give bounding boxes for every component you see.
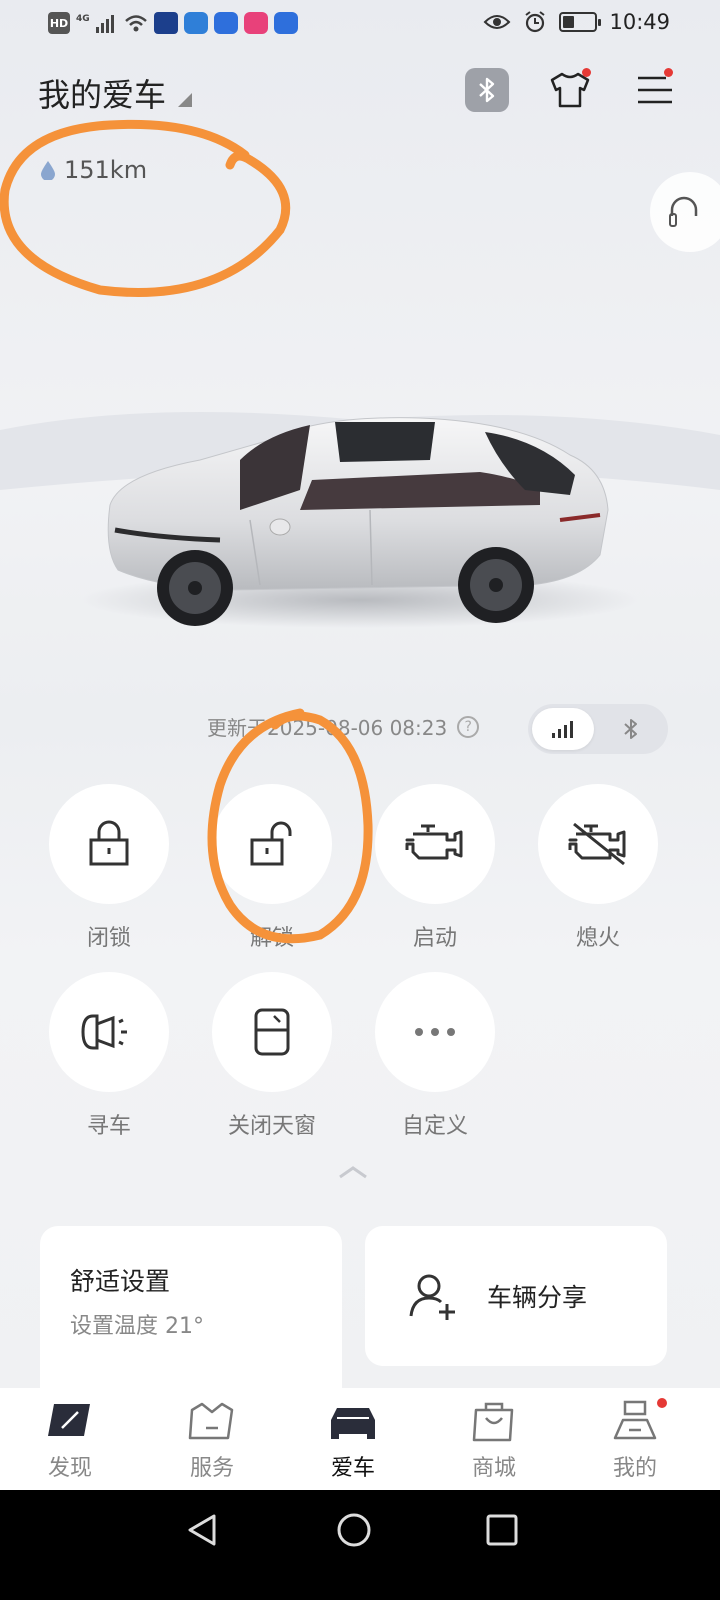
car-icon	[331, 1408, 375, 1439]
customer-service-button[interactable]	[650, 172, 720, 252]
customize-label: 自定义	[401, 1114, 468, 1139]
customize-button[interactable]: 自定义	[370, 972, 500, 1140]
app-notification-icon	[153, 12, 178, 34]
horn-icon	[81, 1014, 127, 1050]
tab-label: 我的	[612, 1456, 657, 1481]
tab-label: 商城	[471, 1456, 516, 1481]
system-nav-bar	[0, 1490, 720, 1600]
lock-label: 闭锁	[86, 926, 131, 951]
compass-icon	[48, 1404, 90, 1436]
bluetooth-icon	[624, 719, 637, 739]
help-icon[interactable]: ?	[457, 715, 480, 738]
tab-discover[interactable]: 发现	[20, 1398, 120, 1482]
update-timestamp: 更新于2025-08-06 08:23	[207, 716, 448, 740]
annotation-circle	[0, 119, 291, 297]
stop-engine-label: 熄火	[575, 926, 620, 951]
profile-icon	[613, 1400, 657, 1440]
hd-indicator: HD	[48, 12, 70, 34]
close-sunroof-button[interactable]: 关闭天窗	[207, 972, 337, 1140]
range-indicator: 151km	[40, 156, 147, 184]
menu-button[interactable]	[634, 68, 678, 112]
eye-icon	[484, 15, 511, 29]
outfit-button[interactable]	[548, 68, 592, 112]
bluetooth-icon	[479, 77, 495, 103]
start-engine-label: 启动	[412, 926, 457, 951]
page-title: 我的爱车	[38, 76, 167, 114]
stop-engine-button[interactable]: 熄火	[533, 784, 663, 952]
add-user-icon	[409, 1274, 455, 1320]
cellular-option[interactable]	[532, 708, 594, 750]
connection-toggle[interactable]	[528, 704, 668, 754]
tab-label: 发现	[47, 1456, 92, 1481]
vehicle-selector[interactable]: 我的爱车	[38, 70, 193, 116]
home-icon[interactable]	[336, 1512, 372, 1548]
find-car-button[interactable]: 寻车	[44, 972, 174, 1140]
alarm-icon	[525, 11, 546, 33]
paw-notification-icon	[273, 12, 298, 34]
engine-icon	[405, 824, 463, 860]
unlock-button[interactable]: 解锁	[207, 784, 337, 952]
headset-icon	[669, 196, 698, 227]
signal-icon	[95, 15, 114, 33]
network-type: 4G	[76, 14, 90, 24]
recents-icon[interactable]	[486, 1514, 518, 1546]
tab-profile[interactable]: 我的	[585, 1398, 685, 1482]
header: 我的爱车	[0, 60, 720, 120]
clock: 10:49	[609, 10, 670, 34]
engine-off-icon	[568, 822, 626, 866]
car-illustration	[0, 412, 720, 628]
range-value: 151km	[64, 156, 148, 184]
dropdown-caret-icon	[178, 93, 193, 107]
notification-dot	[657, 1398, 667, 1408]
find-car-label: 寻车	[86, 1114, 131, 1139]
notification-dot	[664, 68, 673, 77]
browser-notification-icon	[183, 12, 208, 34]
comfort-title: 舒适设置	[70, 1267, 171, 1296]
paw-notification-icon	[213, 12, 238, 34]
vehicle-share-card[interactable]: 车辆分享	[365, 1226, 667, 1366]
notification-dot	[582, 68, 591, 77]
fuel-drop-icon	[41, 161, 55, 180]
shop-notification-icon	[243, 12, 268, 34]
cellular-signal-icon	[552, 721, 573, 738]
bluetooth-option[interactable]	[600, 708, 662, 750]
service-icon	[188, 1402, 234, 1440]
vehicle-share-label: 车辆分享	[487, 1283, 588, 1312]
unlock-label: 解锁	[249, 926, 294, 951]
shopping-bag-icon	[472, 1402, 514, 1442]
unlock-icon	[250, 821, 292, 866]
sunroof-icon	[254, 1008, 290, 1056]
tab-label: 爱车	[330, 1456, 375, 1481]
bluetooth-button[interactable]	[465, 68, 509, 112]
car-image	[0, 380, 720, 680]
tab-label: 服务	[189, 1456, 234, 1481]
comfort-subtitle: 设置温度 21°	[70, 1314, 204, 1339]
lock-icon	[89, 820, 129, 866]
tab-mall[interactable]: 商城	[444, 1398, 544, 1482]
back-icon[interactable]	[186, 1512, 218, 1548]
tab-service[interactable]: 服务	[162, 1398, 262, 1482]
collapse-chevron-icon[interactable]	[338, 1164, 368, 1180]
update-row: 更新于2025-08-06 08:23 ?	[0, 704, 720, 754]
more-icon	[415, 1028, 455, 1036]
battery-icon	[559, 12, 602, 32]
wifi-icon	[124, 15, 147, 32]
lock-button[interactable]: 闭锁	[44, 784, 174, 952]
status-bar: HD 4G 10:49	[0, 0, 720, 48]
tab-my-car[interactable]: 爱车	[303, 1398, 403, 1482]
close-sunroof-label: 关闭天窗	[227, 1114, 316, 1139]
start-engine-button[interactable]: 启动	[370, 784, 500, 952]
bottom-tab-bar: 发现 服务 爱车 商城 我的	[0, 1388, 720, 1490]
